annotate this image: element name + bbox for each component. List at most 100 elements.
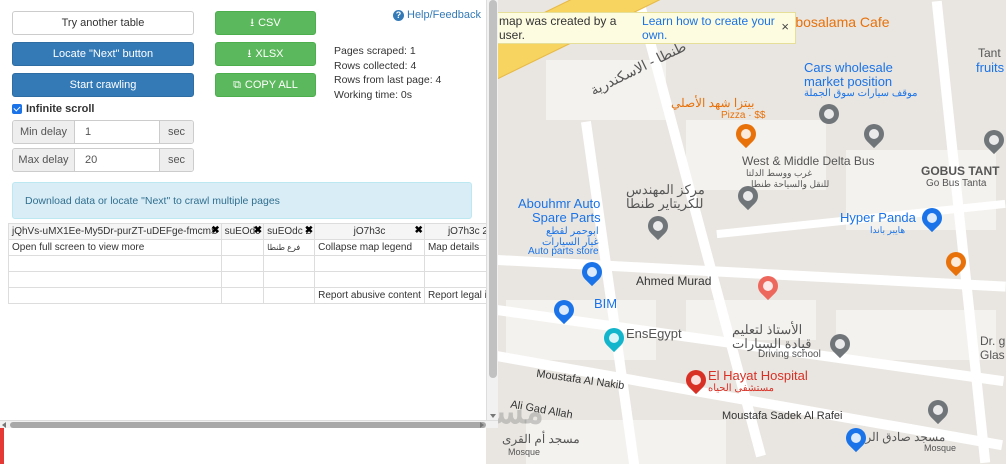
- map-view[interactable]: Abosalama Cafe Cars wholesale market pos…: [486, 0, 1006, 464]
- banner-text: map was created by a user.: [499, 14, 617, 42]
- map-label-abouhmr1[interactable]: Abouhmr Auto: [518, 196, 600, 211]
- scrollbar-thumb[interactable]: [489, 0, 497, 378]
- map-label-cars-wholesale[interactable]: Cars wholesale: [804, 60, 893, 75]
- location-marker-icon[interactable]: [841, 423, 871, 453]
- remove-column-icon[interactable]: ✖: [254, 225, 262, 236]
- map-label-sadek-mosque: مسجد صادق الرا: [862, 430, 946, 444]
- column-header[interactable]: jO7h3c 2✖: [423, 223, 486, 240]
- map-road: [486, 254, 1006, 292]
- map-label-driving-school: Driving school: [758, 349, 821, 360]
- table-row: Open full screen to view more فرع طنطا C…: [8, 239, 486, 256]
- map-road: [580, 121, 642, 464]
- infinite-scroll-checkbox[interactable]: [12, 104, 22, 114]
- map-label-auto-parts-store: Auto parts store: [528, 246, 599, 257]
- map-label-glass: Glas: [980, 348, 1005, 362]
- user-map-banner: map was created by a user. Learn how to …: [486, 12, 796, 44]
- map-label-hyper-panda-ar: هايبر باندا: [870, 225, 906, 235]
- csv-label: CSV: [258, 17, 281, 29]
- map-label-engineer-ar2: للكريتاير طنطا: [626, 196, 704, 211]
- copy-icon: ⧉: [233, 78, 241, 91]
- column-header-label: jO7h3c 2: [447, 226, 486, 237]
- map-label-hyper-panda[interactable]: Hyper Panda: [840, 210, 916, 225]
- column-header[interactable]: jO7h3c ✖: [314, 223, 425, 240]
- copy-all-label: COPY ALL: [244, 79, 298, 91]
- map-label-moustafa-sadek: Moustafa Sadek Al Rafei: [722, 410, 843, 422]
- table-row: Report abusive content Report legal issu…: [8, 287, 486, 304]
- xlsx-button[interactable]: ⭳ XLSX: [215, 42, 316, 66]
- map-label-abosalama[interactable]: Abosalama Cafe: [786, 14, 890, 30]
- remove-column-icon[interactable]: ✖: [211, 225, 219, 236]
- help-feedback-link[interactable]: ? Help/Feedback: [393, 9, 481, 21]
- rows-from-last-page: Rows from last page: 4: [334, 74, 442, 86]
- scrape-stats: Pages scraped: 1 Rows collected: 4 Rows …: [334, 44, 441, 102]
- map-label-tant: Tant: [978, 46, 1001, 60]
- map-label-gobus[interactable]: GOBUS TANT: [921, 164, 999, 178]
- map-label-abouhmr2[interactable]: Spare Parts: [532, 210, 601, 225]
- scraper-panel: Try another table Locate "Next" button S…: [0, 0, 486, 420]
- min-delay-unit: sec: [159, 121, 193, 143]
- map-label-mosque1: Mosque: [508, 447, 541, 457]
- panel-horizontal-scrollbar[interactable]: [0, 420, 498, 428]
- place-pin-icon[interactable]: [859, 119, 889, 149]
- close-icon[interactable]: ×: [781, 19, 789, 34]
- column-header[interactable]: suEOdc 2 ✖: [263, 223, 316, 240]
- place-pin-icon[interactable]: [643, 211, 673, 241]
- column-header-label: jQhVs-uMX1Ee-My5Dr-purZT-uDEFge-fmcmS: [12, 226, 218, 237]
- table-cell: [220, 255, 265, 272]
- map-label-west-middle[interactable]: West & Middle Delta Bus: [742, 154, 875, 168]
- table-cell: [423, 255, 486, 272]
- question-circle-icon: ?: [393, 9, 404, 21]
- table-cell: [220, 271, 265, 288]
- table-cell: [263, 287, 316, 304]
- max-delay-input[interactable]: 20: [75, 149, 159, 171]
- map-label-umm-qura: مسجد أم القرى: [502, 432, 580, 446]
- map-label-gobus-sub: Go Bus Tanta: [926, 178, 987, 189]
- table-cell: [220, 287, 265, 304]
- copy-all-button[interactable]: ⧉ COPY ALL: [215, 73, 316, 97]
- map-label-mosque2: Mosque: [924, 443, 957, 453]
- map-label-ensegypt[interactable]: EnsEgypt: [626, 326, 682, 341]
- column-header[interactable]: suEOdc ✖: [220, 223, 265, 240]
- parking-icon[interactable]: [819, 104, 839, 124]
- data-table-preview: jQhVs-uMX1Ee-My5Dr-purZT-uDEFge-fmcmS ✖ s…: [8, 223, 486, 305]
- download-icon: ⭳: [247, 47, 252, 60]
- create-map-link[interactable]: Learn how to create your own.: [642, 14, 795, 42]
- max-delay-group: Max delay 20 sec: [12, 148, 194, 172]
- info-alert: Download data or locate "Next" to crawl …: [12, 182, 472, 219]
- try-another-table-button[interactable]: Try another table: [12, 11, 194, 35]
- map-label-souq-arabic: موقف سيارات سوق الجملة: [804, 88, 918, 99]
- max-delay-label: Max delay: [13, 149, 75, 171]
- infinite-scroll-toggle[interactable]: Infinite scroll: [12, 103, 94, 115]
- map-label-hayat[interactable]: El Hayat Hospital: [708, 368, 808, 383]
- page-bottom-strip: [0, 428, 486, 464]
- locate-next-button[interactable]: Locate "Next" button: [12, 42, 194, 66]
- map-label-bim[interactable]: BIM: [594, 296, 617, 311]
- map-label-hayat-ar: مستشفى الحياه: [708, 383, 774, 394]
- help-feedback-label: Help/Feedback: [407, 9, 481, 21]
- pages-scraped: Pages scraped: 1: [334, 45, 416, 57]
- column-header[interactable]: jQhVs-uMX1Ee-My5Dr-purZT-uDEFge-fmcmS ✖: [8, 223, 222, 240]
- mosque-pin-icon[interactable]: [923, 395, 953, 425]
- map-label-abouhmr-ar1: ابوحمر لقطع: [546, 226, 599, 237]
- map-label-pizza-arabic[interactable]: بيتزا شهد الأصلي: [671, 96, 754, 110]
- working-time: Working time: 0s: [334, 88, 412, 101]
- map-label-market-position[interactable]: market position: [804, 74, 892, 89]
- rows-collected: Rows collected: 4: [334, 59, 417, 72]
- remove-column-icon[interactable]: ✖: [415, 225, 423, 236]
- panel-vertical-scrollbar[interactable]: [486, 0, 498, 420]
- start-crawling-button[interactable]: Start crawling: [12, 73, 194, 97]
- csv-button[interactable]: ⭳ CSV: [215, 11, 316, 35]
- table-cell: [314, 271, 425, 288]
- table-header-row: jQhVs-uMX1Ee-My5Dr-purZT-uDEFge-fmcmS ✖ s…: [8, 223, 486, 240]
- table-cell: [8, 287, 222, 304]
- map-label-fruits[interactable]: fruits: [976, 60, 1004, 75]
- table-cell: Collapse map legend: [314, 239, 425, 256]
- table-cell: [220, 239, 265, 256]
- table-cell: [423, 271, 486, 288]
- scroll-down-arrow-icon[interactable]: [490, 414, 496, 418]
- map-label-pizza: Pizza · $$: [721, 110, 766, 121]
- remove-column-icon[interactable]: ✖: [305, 225, 313, 236]
- map-label-west-middle-ar1: غرب ووسط الدلتا: [746, 168, 813, 178]
- min-delay-label: Min delay: [13, 121, 75, 143]
- min-delay-input[interactable]: 1: [75, 121, 159, 143]
